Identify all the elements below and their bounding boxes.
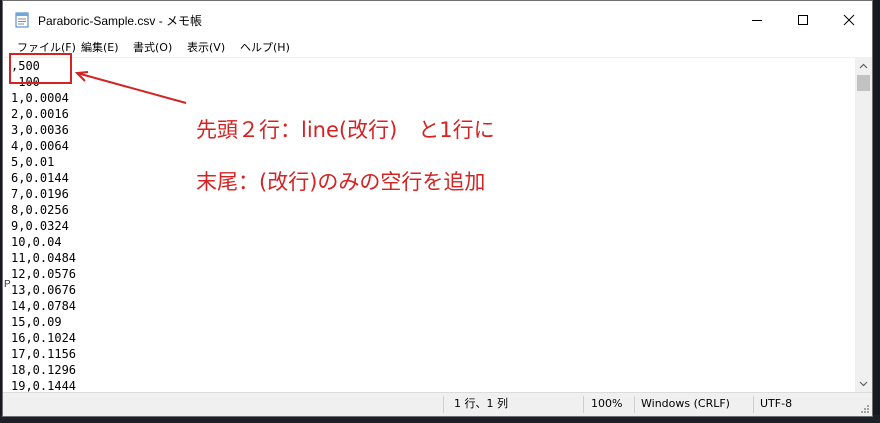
- close-button[interactable]: [826, 1, 872, 39]
- editor-line: 9,0.0324: [11, 219, 69, 233]
- encoding: UTF-8: [760, 397, 793, 410]
- editor-line: 6,0.0144: [11, 171, 69, 185]
- status-divider: [443, 396, 444, 413]
- menu-help[interactable]: ヘルプ(H): [240, 39, 290, 57]
- zoom-level: 100%: [591, 397, 623, 410]
- editor-line: 5,0.01: [11, 155, 55, 169]
- editor-line: 14,0.0784: [11, 299, 77, 313]
- status-divider: [753, 396, 754, 413]
- maximize-button[interactable]: [780, 1, 826, 39]
- editor-line: 17,0.1156: [11, 347, 77, 361]
- chevron-up-icon: [859, 63, 868, 68]
- editor-line: 13,0.0676: [11, 283, 77, 297]
- background-edge-text: P: [4, 279, 11, 290]
- annotation-text-line1: 先頭２行：line(改行) と1行に: [196, 118, 495, 142]
- editor-line: 4,0.0064: [11, 139, 69, 153]
- editor-line: 18,0.1296: [11, 363, 77, 377]
- line-ending: Windows (CRLF): [641, 397, 730, 410]
- editor-line: 15,0.09: [11, 315, 62, 329]
- annotation-text-line2: 末尾：(改行)のみの空行を追加: [196, 170, 486, 194]
- editor-line: 16,0.1024: [11, 331, 77, 345]
- scroll-up-button[interactable]: [855, 57, 872, 74]
- maximize-icon: [798, 15, 808, 25]
- scroll-thumb[interactable]: [857, 75, 870, 91]
- editor-line: 8,0.0256: [11, 203, 69, 217]
- editor-line: 3,0.0036: [11, 123, 69, 137]
- editor-line: 12,0.0576: [11, 267, 77, 281]
- close-icon: [843, 14, 855, 26]
- status-divider: [583, 396, 584, 413]
- status-divider: [634, 396, 635, 413]
- minimize-icon: [752, 20, 762, 21]
- editor-line: 10,0.04: [11, 235, 62, 249]
- minimize-button[interactable]: [734, 1, 780, 39]
- cursor-position: 1 行、1 列: [454, 397, 508, 410]
- vertical-scrollbar[interactable]: [855, 57, 872, 392]
- resize-grip-icon[interactable]: [858, 402, 870, 414]
- chevron-down-icon: [859, 381, 868, 386]
- editor-line: 7,0.0196: [11, 187, 69, 201]
- status-bar: 1 行、1 列 100% Windows (CRLF) UTF-8: [3, 392, 872, 416]
- editor-line: 11,0.0484: [11, 251, 77, 265]
- scroll-down-button[interactable]: [855, 375, 872, 392]
- annotation-arrow: [74, 71, 187, 104]
- editor-line: 19,0.1444: [11, 379, 77, 392]
